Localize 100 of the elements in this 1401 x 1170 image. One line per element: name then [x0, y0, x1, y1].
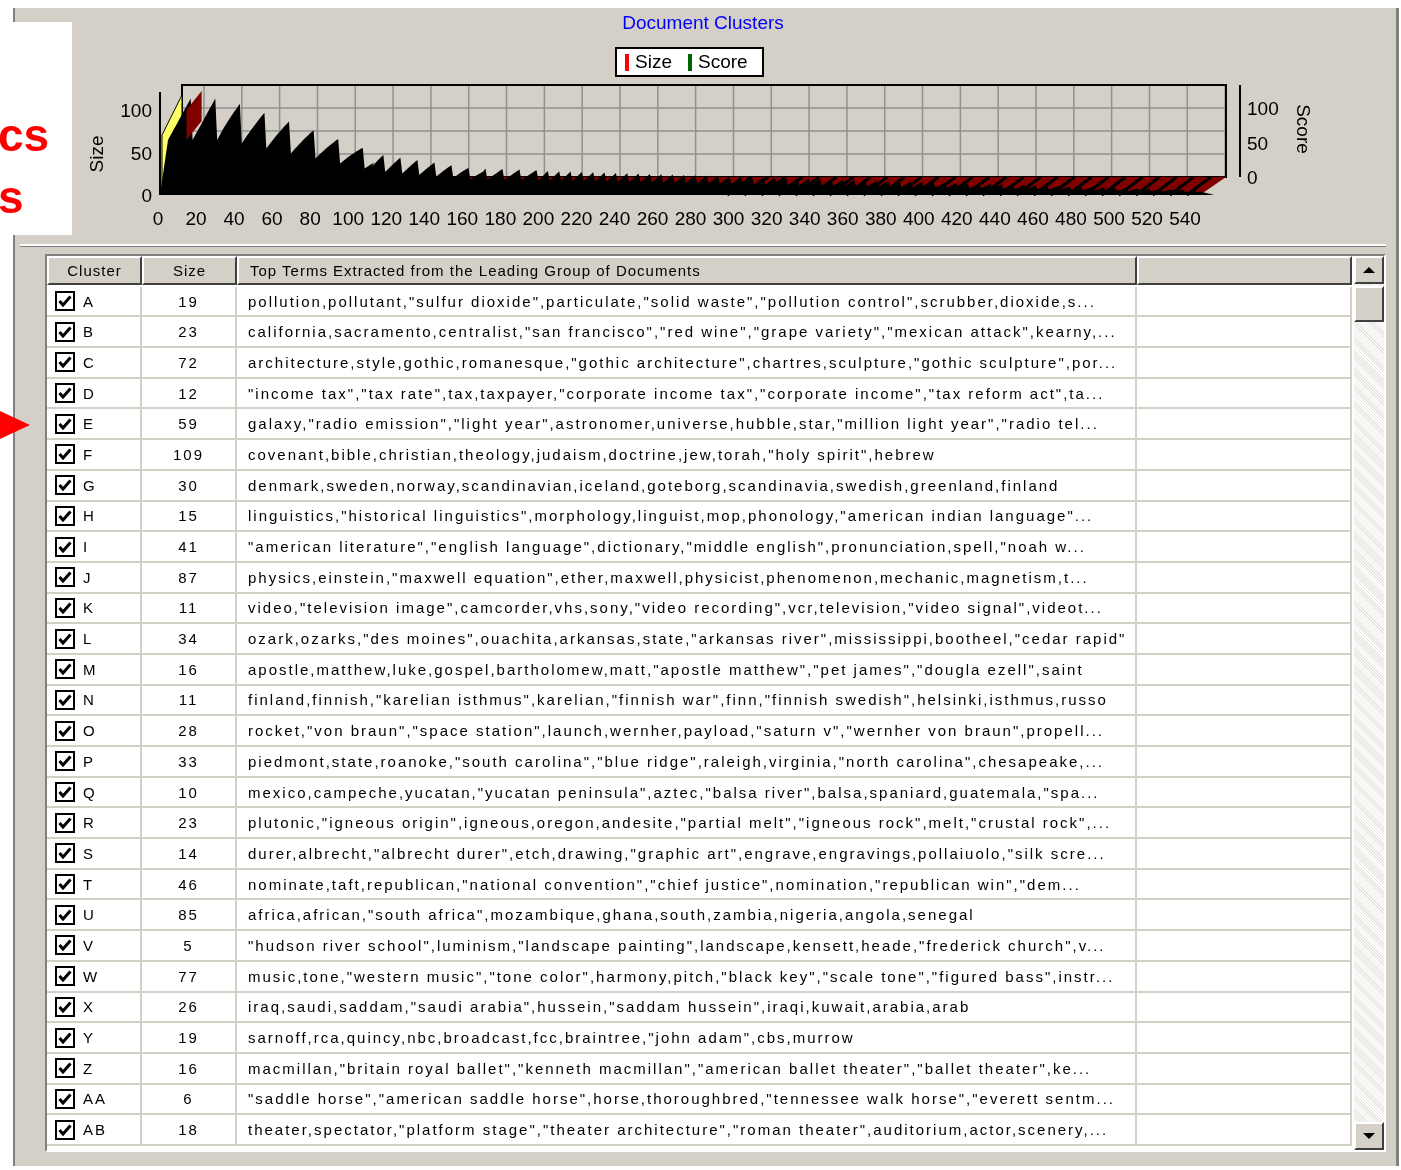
- axis-tick-label: 460: [1017, 208, 1049, 229]
- checkbox[interactable]: [55, 782, 75, 803]
- table-cell: 12: [142, 378, 237, 410]
- checkbox[interactable]: [55, 812, 75, 833]
- checkbox[interactable]: [55, 659, 75, 680]
- table-cell: 30: [142, 470, 237, 502]
- table-cell: 5: [142, 931, 237, 962]
- checkbox[interactable]: [55, 413, 75, 434]
- table-cell: covenant,bible,christian,theology,judaism,doctrine,jew,torah,"holy spirit",hebrew: [237, 440, 1137, 471]
- table-cell: 11: [142, 593, 237, 625]
- scroll-thumb[interactable]: [1354, 286, 1384, 322]
- checkbox[interactable]: [55, 352, 75, 373]
- axis-tick-label: 100: [332, 208, 365, 229]
- axis-tick-label: 40: [223, 208, 245, 229]
- axis-tick-label: 120: [370, 208, 403, 229]
- table-cell: 10: [142, 777, 237, 809]
- checkbox[interactable]: [55, 475, 75, 496]
- cluster-label: J: [83, 568, 93, 586]
- axis-tick-label: 50: [1247, 133, 1269, 154]
- column-header[interactable]: Size: [142, 256, 237, 285]
- checkbox[interactable]: [55, 536, 75, 557]
- axis-title: Score: [1293, 104, 1314, 154]
- checkbox[interactable]: [55, 751, 75, 772]
- axis-tick-label: 480: [1055, 208, 1087, 229]
- checkbox[interactable]: [55, 383, 75, 404]
- cluster-label: X: [83, 998, 95, 1016]
- axis-title: Size: [86, 135, 107, 173]
- table-cell: linguistics,"historical linguistics",morphology,linguist,mop,phonology,"american indian language"...: [237, 501, 1137, 533]
- checkbox[interactable]: [55, 444, 75, 465]
- checkbox[interactable]: [55, 935, 75, 956]
- table-cell: 18: [142, 1115, 237, 1146]
- cluster-label: D: [83, 384, 96, 402]
- table-cell: "saddle horse","american saddle horse",horse,thoroughbred,"tennessee walk horse","everett sentm...: [237, 1084, 1137, 1116]
- cluster-label: Q: [83, 783, 97, 801]
- axis-tick-label: 80: [299, 208, 321, 229]
- cluster-label: G: [83, 476, 97, 494]
- cluster-label: C: [83, 353, 96, 371]
- table-cell: video,"television image",camcorder,vhs,sony,"video recording",vcr,television,"video signal",videot...: [237, 593, 1137, 625]
- axis-tick-label: 100: [1247, 98, 1279, 119]
- table-cell: macmillan,"britain royal ballet","kenneth macmillan","american ballet theater","ballet theater",ke...: [237, 1053, 1137, 1085]
- scroll-up-button[interactable]: [1354, 256, 1384, 284]
- scrollbar[interactable]: [1354, 256, 1384, 1150]
- axis-tick-label: 180: [484, 208, 517, 229]
- checkbox[interactable]: [55, 597, 75, 618]
- axis-tick-label: 240: [598, 208, 631, 229]
- table-cell: rocket,"von braun","space station",launch,wernher,payload,"saturn v","wernher von braun",propell...: [237, 716, 1137, 747]
- cluster-label: T: [83, 875, 95, 893]
- table-cell: 23: [142, 317, 237, 349]
- checkbox[interactable]: [55, 291, 75, 312]
- cluster-label: Z: [83, 1059, 95, 1077]
- cluster-label: F: [83, 445, 95, 463]
- table-cell: "hudson river school",luminism,"landscape painting",landscape,kensett,heade,"frederick church",v...: [237, 931, 1137, 962]
- table-cell: galaxy,"radio emission","light year",astronomer,universe,hubble,star,"million light year","radio tel...: [237, 409, 1137, 441]
- table-cell: 19: [142, 286, 237, 318]
- axis-tick-label: 440: [979, 208, 1011, 229]
- checkbox[interactable]: [55, 843, 75, 864]
- checkbox[interactable]: [55, 720, 75, 741]
- table-cell: 34: [142, 624, 237, 655]
- axis-tick-label: 280: [674, 208, 707, 229]
- checkbox[interactable]: [55, 1119, 75, 1140]
- cluster-label: M: [83, 660, 98, 678]
- checkbox[interactable]: [55, 1088, 75, 1109]
- table-cell: 41: [142, 532, 237, 563]
- checkbox[interactable]: [55, 321, 75, 342]
- table-cell: 72: [142, 348, 237, 379]
- column-header[interactable]: Top Terms Extracted from the Leading Group of Documents: [237, 256, 1137, 285]
- legend-label: Size: [635, 51, 672, 73]
- up-arrow-icon: [1363, 266, 1375, 274]
- axis-tick-label: 300: [712, 208, 745, 229]
- checkbox[interactable]: [55, 628, 75, 649]
- axis-tick-label: 340: [788, 208, 821, 229]
- checkbox[interactable]: [55, 874, 75, 895]
- cluster-label: R: [83, 814, 96, 832]
- cluster-label: W: [83, 967, 100, 985]
- checkbox[interactable]: [55, 1027, 75, 1048]
- table-cell: california,sacramento,centralist,"san francisco","red wine","grape variety","mexican attack",kearny,...: [237, 317, 1137, 349]
- table-cell: "american literature","english language",dictionary,"middle english",pronunciation,spell,"noah w...: [237, 532, 1137, 563]
- table-cell: denmark,sweden,norway,scandinavian,iceland,goteborg,scandinavia,swedish,greenland,finland: [237, 470, 1137, 502]
- checkbox[interactable]: [55, 904, 75, 925]
- slide-text: cs: [0, 108, 51, 163]
- scroll-down-button[interactable]: [1354, 1122, 1384, 1150]
- cluster-label: I: [83, 538, 90, 556]
- checkbox[interactable]: [55, 689, 75, 710]
- checkbox[interactable]: [55, 996, 75, 1017]
- table-cell: sarnoff,rca,quincy,nbc,broadcast,fcc,braintree,"john adam",cbs,murrow: [237, 1023, 1137, 1054]
- cluster-label: A: [83, 292, 95, 310]
- checkbox[interactable]: [55, 1058, 75, 1079]
- cluster-label: S: [83, 844, 95, 862]
- checkbox[interactable]: [55, 505, 75, 526]
- checkbox[interactable]: [55, 567, 75, 588]
- axis-tick-label: 0: [141, 185, 152, 206]
- table-cell: mexico,campeche,yucatan,"yucatan peninsula",aztec,"balsa river",balsa,spaniard,guatemala,"spa...: [237, 777, 1137, 809]
- table-cell: 19: [142, 1023, 237, 1054]
- checkbox[interactable]: [55, 966, 75, 987]
- slide-text: s: [0, 170, 25, 225]
- table-cell: apostle,matthew,luke,gospel,bartholomew,matt,"apostle matthew","pet james","dougla ezell",saint: [237, 654, 1137, 686]
- column-header[interactable]: Cluster: [47, 256, 142, 285]
- axis-tick-label: 500: [1093, 208, 1125, 229]
- table-cell: 77: [142, 961, 237, 993]
- axis-tick-label: 320: [750, 208, 783, 229]
